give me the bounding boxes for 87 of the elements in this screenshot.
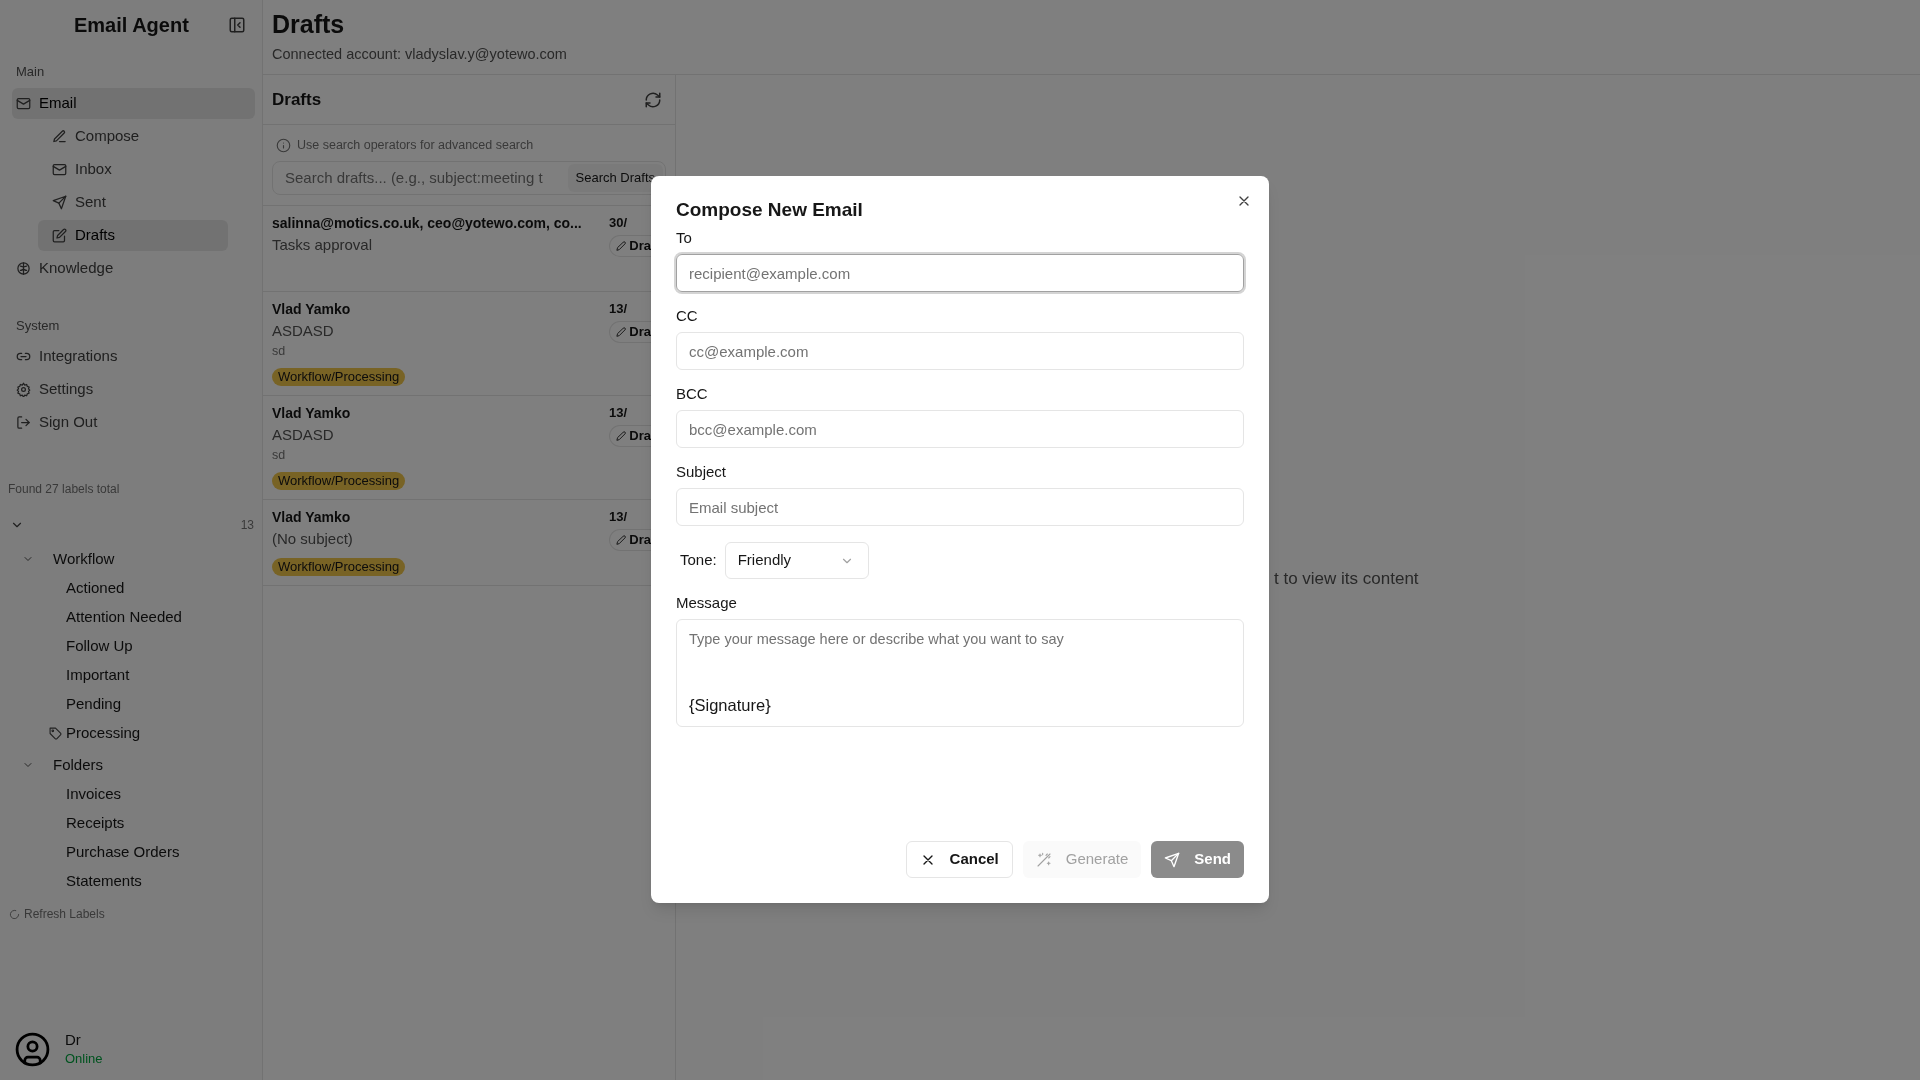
section-heading: System	[15, 316, 61, 335]
nav-item[interactable]: Settings	[12, 374, 255, 405]
message-placeholder: Type your message here or describe what you want to say	[689, 630, 1065, 649]
list-title: Drafts	[272, 88, 323, 111]
send-icon	[52, 194, 67, 210]
label-item[interactable]: Receipts	[66, 812, 125, 835]
draft-date: 13/	[609, 508, 629, 526]
label-item[interactable]: Statements	[66, 870, 142, 893]
tone-dropdown[interactable]: Friendly	[724, 542, 869, 579]
field-label: CC	[676, 306, 699, 326]
pencil-icon	[616, 326, 627, 338]
input-field[interactable]: recipient@example.com	[676, 254, 1244, 292]
message-field[interactable]: Type your message here or describe what you want to say {Signature}	[676, 619, 1244, 727]
label-item[interactable]: Follow Up	[66, 635, 133, 658]
draft-subject: (No subject)	[272, 529, 354, 549]
dialog-title: Compose New Email	[676, 198, 864, 222]
label-tag: Workflow/Processing	[272, 472, 406, 490]
draft-subject: Tasks approval	[272, 235, 374, 255]
mail-icon	[16, 95, 31, 111]
draft-snippet: sd	[272, 343, 287, 360]
collapse-icon	[228, 16, 246, 34]
draft-date: 30/	[609, 214, 629, 232]
page-title: Drafts	[272, 9, 346, 39]
section-heading: Main	[15, 63, 46, 81]
draft-sender: Vlad Yamko	[272, 404, 352, 423]
label-group[interactable]: Folders	[53, 753, 104, 777]
draft-snippet: sd	[272, 447, 287, 464]
nav-item[interactable]: Inbox	[38, 153, 228, 185]
avatar-icon	[14, 1030, 51, 1068]
field-label: To	[676, 228, 693, 248]
mail-icon	[52, 161, 67, 177]
account-text: Connected account: vladyslav.y@yotewo.com	[272, 45, 568, 64]
label-item[interactable]: Attention Needed	[66, 606, 182, 629]
app-title: Email Agent	[74, 13, 190, 38]
label-tag: Workflow/Processing	[272, 368, 406, 386]
label-item[interactable]: Actioned	[66, 577, 125, 600]
label-item[interactable]: Invoices	[66, 783, 122, 806]
pen-icon	[52, 128, 67, 144]
draft-sender: Vlad Yamko	[272, 508, 352, 527]
pencil-icon	[616, 534, 627, 546]
collapse-sidebar-button[interactable]	[228, 15, 248, 35]
label-item[interactable]: Important	[66, 664, 130, 687]
draft-sender: Vlad Yamko	[272, 300, 352, 319]
field-label: BCC	[676, 384, 709, 404]
refresh-icon	[644, 90, 662, 109]
user-status: Online	[65, 1050, 103, 1068]
cancel-button[interactable]: Cancel	[905, 841, 1013, 878]
empty-hint: t to view its content	[1274, 568, 1419, 590]
nav-item[interactable]: Compose	[38, 120, 228, 152]
refresh-labels-button[interactable]: Refresh Labels	[0, 902, 262, 926]
draft-subject: ASDASD	[272, 321, 335, 341]
refresh-button[interactable]	[644, 90, 662, 109]
search-field[interactable]: Search drafts... (e.g., subject:meeting t Search Drafts	[272, 161, 666, 195]
edit-icon	[52, 227, 67, 243]
nav-item[interactable]: Email	[12, 87, 255, 119]
pencil-icon	[616, 240, 627, 252]
labels-summary: Found 27 labels total	[7, 481, 121, 498]
send-icon	[1164, 851, 1181, 868]
label-tag: Workflow/Processing	[272, 558, 406, 576]
tag-icon	[49, 727, 62, 740]
label-item[interactable]: Purchase Orders	[66, 841, 180, 864]
search-hint: Use search operators for advanced search	[297, 136, 534, 154]
label-item[interactable]: Pending	[66, 693, 122, 716]
draft-date: 13/	[609, 404, 629, 422]
draft-sender: salinna@motics.co.uk, ceo@yotewo.com, co...	[272, 214, 583, 233]
label-item[interactable]: Processing	[66, 722, 141, 745]
nav-item[interactable]: Integrations	[12, 341, 255, 372]
draft-subject: ASDASD	[272, 425, 335, 445]
field-label: Message	[676, 593, 738, 613]
wand-icon	[1035, 851, 1052, 868]
signature-text: {Signature}	[689, 695, 772, 716]
label-count: 13	[240, 517, 254, 534]
label-group[interactable]: Workflow	[53, 547, 115, 571]
nav-item[interactable]: Drafts	[38, 219, 228, 251]
tone-label: Tone:	[680, 550, 717, 571]
info-icon	[276, 137, 291, 153]
user-name: Dr	[65, 1030, 82, 1050]
settings-icon	[16, 382, 31, 397]
nav-item[interactable]: Sent	[38, 186, 228, 218]
field-label: Subject	[676, 462, 728, 482]
pencil-icon	[616, 430, 627, 442]
nav-item[interactable]: Knowledge	[12, 252, 255, 284]
draft-date: 13/	[609, 300, 629, 318]
nav-item[interactable]: Sign Out	[12, 407, 255, 438]
logout-icon	[16, 415, 31, 430]
search-button[interactable]: Search Drafts	[567, 164, 663, 192]
spinner-icon	[9, 908, 20, 920]
